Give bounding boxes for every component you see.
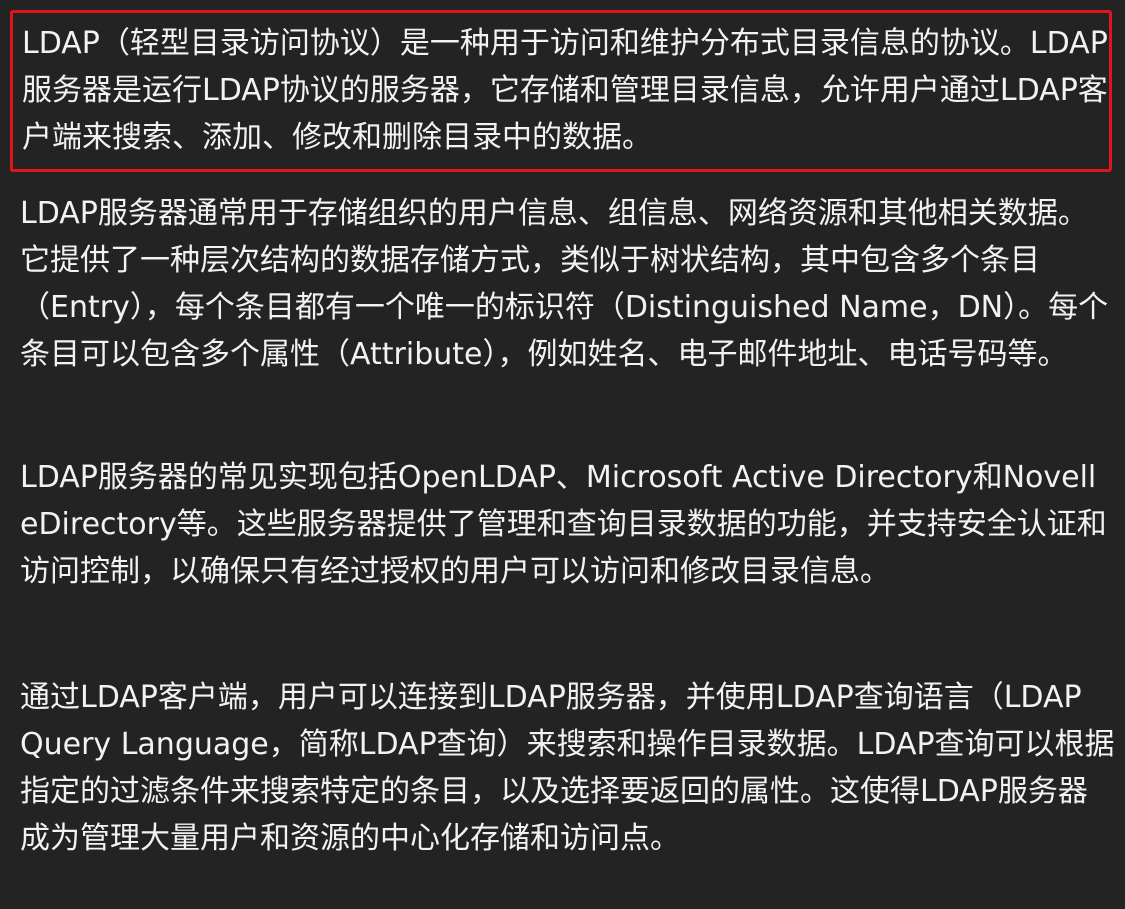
paragraph-ldap-implementations: LDAP服务器的常见实现包括OpenLDAP、Microsoft Active …	[20, 460, 1107, 589]
paragraph-ldap-definition: LDAP（轻型目录访问协议）是一种用于访问和维护分布式目录信息的协议。LDAP服…	[22, 26, 1108, 155]
document-page: LDAP（轻型目录访问协议）是一种用于访问和维护分布式目录信息的协议。LDAP服…	[0, 0, 1125, 909]
paragraph-ldap-client-query: 通过LDAP客户端，用户可以连接到LDAP服务器，并使用LDAP查询语言（LDA…	[20, 680, 1115, 856]
paragraph-ldap-usage: LDAP服务器通常用于存储组织的用户信息、组信息、网络资源和其他相关数据。它提供…	[20, 196, 1109, 372]
